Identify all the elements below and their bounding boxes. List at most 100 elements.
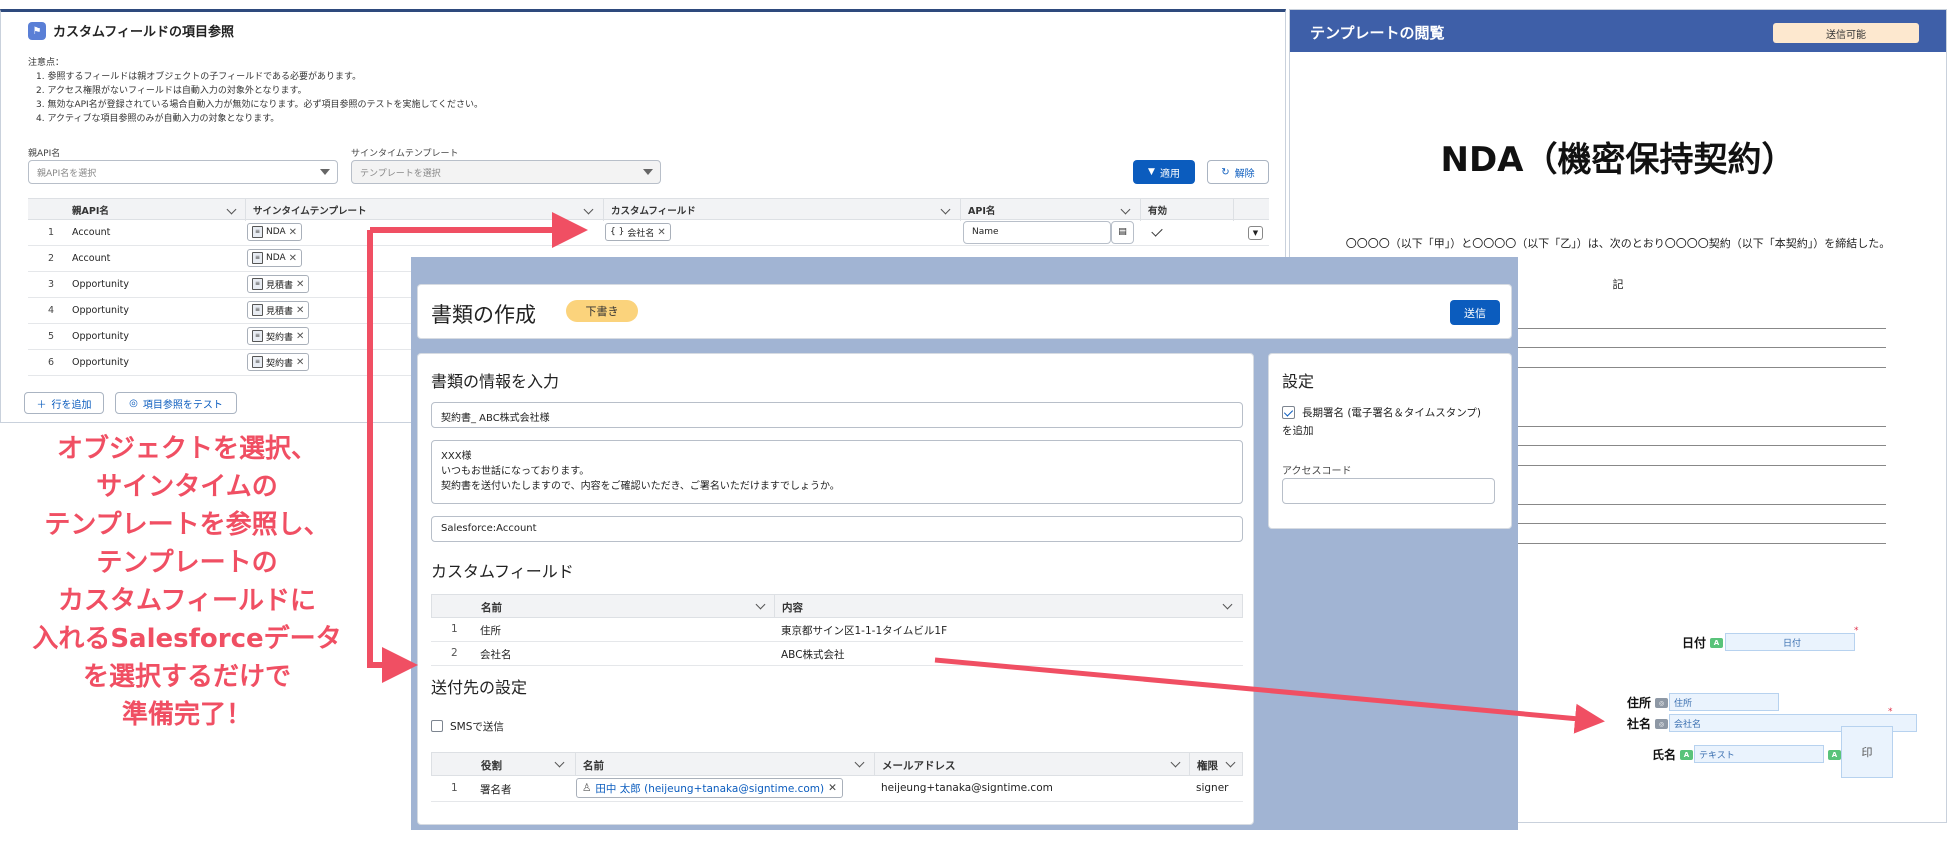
check-icon <box>1151 225 1163 237</box>
parent-api-select[interactable]: 親API名を選択 <box>28 160 338 184</box>
note-item: 4. アクティブな項目参照のみが自動入力の対象となります。 <box>36 114 280 124</box>
document-icon: ≡ <box>252 356 263 368</box>
document-title: NDA（機密保持契約） <box>1440 140 1796 180</box>
draft-badge: 下書き <box>566 300 638 322</box>
caret-down-icon <box>320 169 330 175</box>
table-row: 1 住所 東京都サイン区1-1-1タイムビル1F <box>431 618 1243 642</box>
create-header: 書類の作成 下書き 送信 <box>417 284 1512 339</box>
document-icon: ≡ <box>252 278 263 290</box>
chevron-down-icon[interactable] <box>1222 599 1233 610</box>
col-template: サインタイムテンプレート <box>253 206 367 217</box>
template-chip[interactable]: ≡ 見積書 ✕ <box>247 275 310 293</box>
custom-fields-header: 名前 内容 <box>431 594 1243 618</box>
recipients-header: 役割 名前 メールアドレス 権限 <box>431 752 1243 776</box>
chevron-down-icon[interactable] <box>1120 204 1131 215</box>
user-icon: ♙ <box>582 782 592 794</box>
close-icon[interactable]: ✕ <box>289 227 297 238</box>
clear-button[interactable]: ↻ 解除 <box>1207 160 1269 184</box>
filter-icon: ▼ <box>1148 167 1155 177</box>
notes: 注意点： 1. 参照するフィールドは親オブジェクトの子フィールドである必要があり… <box>28 56 483 126</box>
target-icon: ◎ <box>129 397 138 409</box>
close-icon[interactable]: ✕ <box>828 782 837 794</box>
note-item: 2. アクセス権限がないフィールドは自動入力の対象外となります。 <box>36 86 307 96</box>
template-chip[interactable]: ≡ NDA ✕ <box>247 223 303 241</box>
add-row-button[interactable]: ＋ 行を追加 <box>24 392 104 414</box>
close-icon[interactable]: ✕ <box>296 279 304 290</box>
chevron-down-icon[interactable] <box>583 204 594 215</box>
apply-button[interactable]: ▼ 適用 <box>1133 160 1195 184</box>
braces-icon: { } <box>610 227 625 237</box>
table-row: 1 Account ≡ NDA ✕ { } 会社名 ✕ Name ▤ ▼ <box>28 220 1269 246</box>
col-custom-field: カスタムフィールド <box>611 206 696 217</box>
close-icon[interactable]: ✕ <box>296 331 304 342</box>
chevron-down-icon[interactable] <box>554 757 565 768</box>
section-title-settings: 設定 <box>1282 372 1315 391</box>
col-api-name: API名 <box>968 206 996 217</box>
name-field[interactable]: テキスト <box>1694 745 1824 763</box>
template-chip[interactable]: ≡ 契約書 ✕ <box>247 327 310 345</box>
clipboard-icon[interactable]: ▤ <box>1111 221 1134 244</box>
link-badge-icon: ◎ <box>1655 719 1668 729</box>
object-reference-input[interactable]: Salesforce:Account <box>431 516 1243 542</box>
plus-icon: ＋ <box>36 399 47 411</box>
table-row: 1 署名者 ♙ 田中 太郎 (heijeung+tanaka@signtime.… <box>431 776 1243 802</box>
access-code-input[interactable] <box>1282 478 1495 504</box>
access-code-label: アクセスコード <box>1282 466 1352 477</box>
test-reference-button[interactable]: ◎ 項目参照をテスト <box>115 392 237 414</box>
table-row: 2 会社名 ABC株式会社 <box>431 642 1243 666</box>
template-label: サインタイムテンプレート <box>351 149 459 159</box>
document-icon: ≡ <box>252 304 263 316</box>
note-item: 1. 参照するフィールドは親オブジェクトの子フィールドである必要があります。 <box>36 72 362 82</box>
panel-title: カスタムフィールドの項目参照 <box>53 25 234 40</box>
template-select[interactable]: テンプレートを選択 <box>351 160 661 184</box>
date-field[interactable]: 日付 <box>1725 633 1855 651</box>
api-name-input[interactable]: Name <box>963 221 1111 244</box>
link-badge-icon: ◎ <box>1655 698 1668 708</box>
name-label: 氏名 <box>1652 748 1677 762</box>
long-term-signature-label: 長期署名 (電子署名＆タイムスタンプ) <box>1302 407 1482 419</box>
row-menu-icon[interactable]: ▼ <box>1248 226 1263 240</box>
close-icon[interactable]: ✕ <box>296 305 304 316</box>
field-chip[interactable]: { } 会社名 ✕ <box>605 223 671 241</box>
chevron-down-icon[interactable] <box>1225 757 1236 768</box>
text-badge-icon: A <box>1680 750 1693 760</box>
text-badge-icon: A <box>1828 750 1841 760</box>
document-name-input[interactable]: 契約書_ ABC株式会社様 <box>431 402 1243 428</box>
refresh-icon: ↻ <box>1221 166 1230 178</box>
template-viewer-title: テンプレートの閲覧 <box>1310 24 1445 42</box>
template-chip[interactable]: ≡ NDA ✕ <box>247 249 303 267</box>
company-label: 社名 <box>1627 717 1652 731</box>
page-title: 書類の作成 <box>431 303 536 327</box>
chevron-down-icon[interactable] <box>854 757 865 768</box>
chevron-down-icon[interactable] <box>1170 757 1181 768</box>
chevron-down-icon[interactable] <box>755 599 766 610</box>
recipient-pill[interactable]: ♙ 田中 太郎 (heijeung+tanaka@signtime.com) ✕ <box>576 778 843 798</box>
send-button[interactable]: 送信 <box>1450 300 1500 325</box>
close-icon[interactable]: ✕ <box>657 227 665 238</box>
document-create-panel: 書類の作成 下書き 送信 書類の情報を入力 契約書_ ABC株式会社様 XXX様… <box>411 257 1518 830</box>
section-title-custom: カスタムフィールド <box>431 562 574 581</box>
caret-down-icon <box>643 169 653 175</box>
parent-api-label: 親API名 <box>28 149 61 159</box>
sms-label: SMSで送信 <box>450 721 504 733</box>
settings-card: 設定 長期署名 (電子署名＆タイムスタンプ) を追加 アクセスコード <box>1268 353 1512 529</box>
address-field[interactable]: 住所 <box>1669 693 1779 711</box>
col-active: 有効 <box>1148 206 1168 217</box>
stamp-field[interactable]: 印 <box>1841 726 1893 778</box>
document-info-card: 書類の情報を入力 契約書_ ABC株式会社様 XXX様 いつもお世話になっており… <box>417 353 1254 825</box>
long-term-signature-checkbox[interactable] <box>1282 406 1295 419</box>
template-chip[interactable]: ≡ 契約書 ✕ <box>247 353 310 371</box>
parent-api-placeholder: 親API名を選択 <box>37 169 97 179</box>
sms-checkbox[interactable] <box>431 720 443 732</box>
template-placeholder: テンプレートを選択 <box>360 169 441 179</box>
long-term-signature-label-2: を追加 <box>1282 425 1314 437</box>
address-label: 住所 <box>1627 696 1652 710</box>
close-icon[interactable]: ✕ <box>296 357 304 368</box>
chevron-down-icon[interactable] <box>226 204 237 215</box>
message-textarea[interactable]: XXX様 いつもお世話になっております。 契約書を送付いたしますので、内容をご確… <box>431 440 1243 504</box>
close-icon[interactable]: ✕ <box>289 253 297 264</box>
template-chip[interactable]: ≡ 見積書 ✕ <box>247 301 310 319</box>
section-title-recipient: 送付先の設定 <box>431 678 528 697</box>
chevron-down-icon[interactable] <box>940 204 951 215</box>
grid-header: 親API名 サインタイムテンプレート カスタムフィールド API名 有効 <box>28 198 1269 221</box>
